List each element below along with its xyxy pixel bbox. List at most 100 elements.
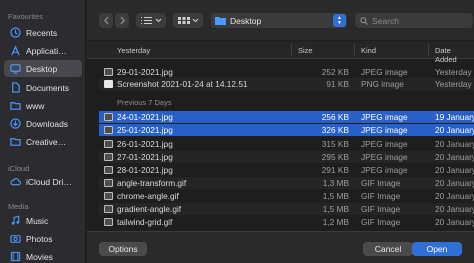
file-size: 295 KB [321,152,349,162]
list-view-button[interactable] [136,13,166,28]
file-row[interactable]: tailwind-grid.gif 1,2 MB GIF Image 20 Janua… [99,216,474,228]
file-kind: GIF Image [361,204,401,214]
music-icon [10,215,21,226]
forward-button[interactable] [115,13,129,28]
gif-file-icon [104,205,113,213]
open-button[interactable]: Open [412,242,462,256]
folder-icon [10,136,21,147]
file-kind: JPEG image [361,125,408,135]
file-date-added: 20 January [435,125,474,135]
clock-icon [10,27,21,38]
sidebar: Favourites Recents Applicati… Desktop Do… [0,0,86,263]
sidebar-item-applications[interactable]: Applicati… [4,42,82,59]
file-date-added: 20 January [435,204,474,214]
file-date-added: 20 January [435,178,474,188]
sidebar-item-icloud-drive[interactable]: iCloud Dri… [4,173,82,190]
sidebar-item-label: Movies [26,251,53,262]
folder-icon [10,100,21,111]
chevron-left-icon [103,16,108,25]
grid-view-button[interactable] [173,13,203,28]
file-row[interactable]: 27-01-2021.jpg 295 KB JPEG image 20 January [99,151,474,163]
sidebar-item-label: Creative… [26,136,67,147]
file-row[interactable]: 28-01-2021.jpg 291 KB JPEG image 20 January [99,164,474,176]
grid-view-icon [178,17,199,24]
sidebar-item-desktop[interactable]: Desktop [4,60,82,77]
location-dropdown[interactable]: Desktop ▲ ▼ [211,13,347,28]
sidebar-item-movies[interactable]: Movies [4,248,82,263]
sidebar-item-label: iCloud Dri… [26,176,72,187]
location-label: Desktop [230,15,262,26]
file-row[interactable]: 26-01-2021.jpg 315 KB JPEG image 20 January [99,138,474,150]
column-name[interactable]: Yesterday [117,46,150,55]
file-size: 1,3 MB [322,178,349,188]
sidebar-item-label: Recents [26,27,58,38]
sidebar-item-recents[interactable]: Recents [4,24,82,41]
media-heading: Media [8,202,29,211]
file-row[interactable]: Screenshot 2021-01-24 at 14.12.51 91 KB PN… [99,78,474,90]
sidebar-item-downloads[interactable]: Downloads [4,115,82,132]
column-kind[interactable]: Kind [361,46,376,55]
file-name: angle-transform.gif [117,178,187,188]
file-row[interactable]: chrome-angle.gif 1,5 MB GIF Image 20 Januar… [99,190,474,202]
file-name: chrome-angle.gif [117,191,179,201]
file-name: 25-01-2021.jpg [117,125,173,135]
desktop-icon [10,63,21,74]
column-divider[interactable] [291,44,292,56]
options-button[interactable]: Options [99,242,147,256]
file-name: 28-01-2021.jpg [117,165,173,175]
file-date-added: 20 January [435,165,474,175]
file-size: 252 KB [321,67,349,77]
sidebar-item-music[interactable]: Music [4,212,82,229]
favourites-heading: Favourites [8,12,44,21]
file-date-added: Yesterday [435,79,472,89]
cancel-button[interactable]: Cancel [363,242,413,256]
jpeg-file-icon [104,113,113,121]
column-divider[interactable] [354,44,355,56]
file-kind: GIF Image [361,191,401,201]
column-size[interactable]: Size [298,46,313,55]
film-icon [10,251,21,262]
chevron-right-icon [120,16,125,25]
column-header: Yesterday Size Kind Date Added [87,41,474,64]
sidebar-item-documents[interactable]: Documents [4,79,82,96]
file-date-added: 20 January [435,217,474,227]
sidebar-item-label: Music [26,215,49,226]
file-kind: PNG image [361,79,404,89]
file-name: 26-01-2021.jpg [117,139,173,149]
file-row[interactable]: gradient-angle.gif 1,5 MB GIF Image 20 Janu… [99,203,474,215]
file-kind: JPEG image [361,165,408,175]
sidebar-item-creative[interactable]: Creative… [4,133,82,150]
download-icon [10,118,21,129]
file-row[interactable]: 29-01-2021.jpg 252 KB JPEG image Yesterday [99,66,474,78]
file-size: 1,5 MB [322,191,349,201]
sidebar-item-label: Applicati… [26,45,67,56]
file-kind: GIF Image [361,217,401,227]
file-row[interactable]: 24-01-2021.jpg 256 KB JPEG image 19 January [99,111,474,123]
column-divider[interactable] [428,44,429,56]
file-name: tailwind-grid.gif [117,217,173,227]
file-kind: GIF Image [361,178,401,188]
dialog-footer: Options Cancel Open [87,231,474,263]
sidebar-item-photos[interactable]: Photos [4,230,82,247]
jpeg-file-icon [104,153,113,161]
sidebar-item-label: Downloads [26,118,69,129]
sidebar-item-label: www [26,100,45,111]
file-row[interactable]: 25-01-2021.jpg 326 KB JPEG image 20 January [99,124,474,136]
file-row[interactable]: angle-transform.gif 1,3 MB GIF Image 20 Jan… [99,177,474,189]
search-input[interactable] [372,15,467,26]
jpeg-file-icon [104,68,113,76]
file-name: 29-01-2021.jpg [117,67,173,77]
gif-file-icon [104,179,113,187]
gif-file-icon [104,218,113,226]
search-box[interactable] [355,13,473,28]
cloud-icon [10,176,21,187]
sidebar-item-www[interactable]: www [4,97,82,114]
icloud-heading: iCloud [8,164,30,173]
file-date-added: 20 January [435,191,474,201]
file-browser: Desktop ▲▼ Yesterday Size Kind Date Adde… [87,0,474,263]
jpeg-file-icon [104,140,113,148]
file-size: 315 KB [321,139,349,149]
folder-icon [215,17,226,25]
file-name: 24-01-2021.jpg [117,112,173,122]
back-button[interactable] [99,13,113,28]
